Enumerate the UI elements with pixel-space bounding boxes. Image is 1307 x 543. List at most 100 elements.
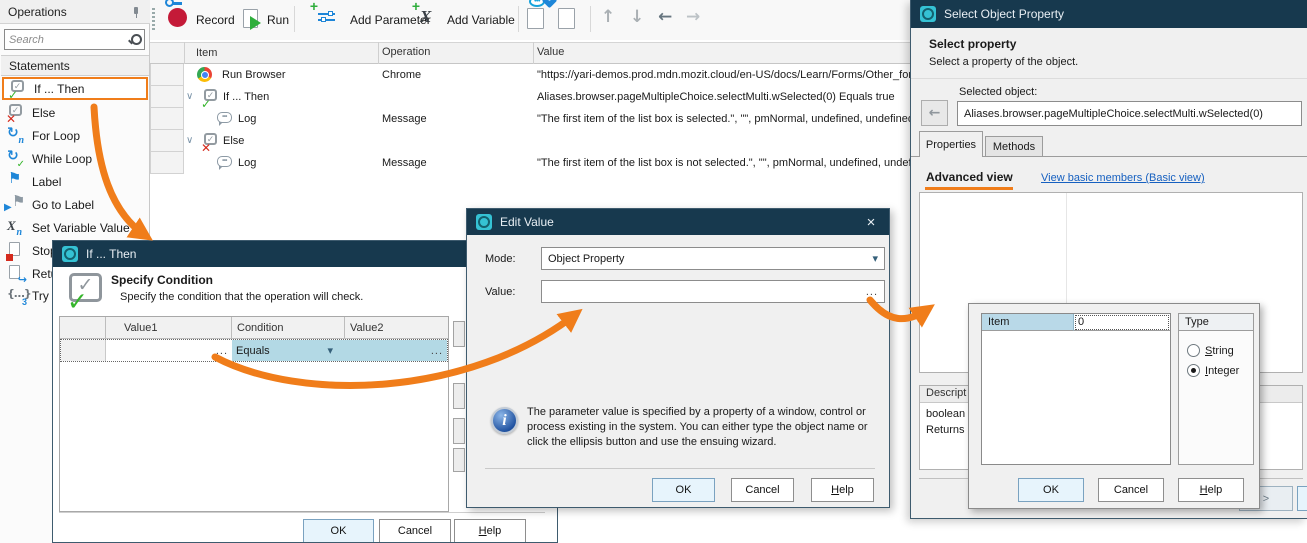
chevron-down-icon[interactable]	[872, 252, 878, 265]
button-partial[interactable]	[1297, 486, 1307, 511]
ellipsis-button[interactable]: ...	[866, 286, 878, 298]
back-button[interactable]	[921, 100, 948, 126]
search-placeholder: Search	[9, 33, 44, 46]
value-input[interactable]: ...	[541, 280, 885, 303]
tab-properties[interactable]: Properties	[919, 131, 983, 157]
condition-value: Equals	[236, 344, 270, 357]
stop-icon	[6, 242, 25, 261]
toolbar-grip[interactable]	[152, 8, 155, 32]
condition-header-value2[interactable]: Value2	[345, 317, 448, 339]
value2-cell[interactable]: ...	[345, 340, 447, 361]
try-icon	[7, 287, 25, 304]
move-down-icon[interactable]: ↓	[630, 7, 644, 27]
side-button-partial[interactable]	[453, 321, 465, 347]
side-button-partial[interactable]	[453, 448, 465, 472]
condition-grid: Value1 Condition Value2 ... Equals ...	[59, 316, 449, 512]
move-up-icon[interactable]: ↑	[601, 7, 615, 27]
side-button-partial[interactable]	[453, 418, 465, 444]
sidebar-item-for-loop[interactable]: For Loop	[2, 124, 148, 147]
column-operation[interactable]: Operation	[382, 46, 430, 58]
selected-object-input[interactable]: Aliases.browser.pageMultipleChoice.selec…	[957, 101, 1302, 126]
condition-header-value1[interactable]: Value1	[106, 317, 232, 339]
sidebar-item-label: Go to Label	[32, 197, 95, 212]
row-header-cell[interactable]	[150, 108, 184, 130]
ok-button[interactable]: OK	[1018, 478, 1084, 502]
else-icon	[7, 104, 25, 121]
indent-icon[interactable]: →	[686, 7, 700, 27]
condition-header-blank	[60, 317, 106, 339]
ok-button[interactable]: OK	[303, 519, 374, 542]
radio-icon[interactable]	[1187, 344, 1200, 357]
dialog-title: If ... Then	[86, 247, 137, 261]
sidebar-item-label: For Loop	[32, 128, 81, 143]
condition-header-condition[interactable]: Condition	[232, 317, 345, 339]
radio-string[interactable]: String	[1187, 344, 1234, 357]
dialog-divider	[911, 78, 1307, 79]
sidebar-item-go-to-label[interactable]: Go to Label	[2, 193, 148, 216]
help-button[interactable]: Help	[811, 478, 874, 502]
row-value: "The first item of the list box is selec…	[537, 113, 918, 125]
else-icon	[202, 133, 220, 150]
tab-methods[interactable]: Methods	[985, 136, 1043, 157]
row-item: Run Browser	[222, 69, 286, 81]
radio-selected-icon[interactable]	[1187, 364, 1200, 377]
run-button[interactable]: Run	[267, 13, 289, 27]
close-icon[interactable]: ×	[862, 214, 880, 231]
cancel-button[interactable]: Cancel	[379, 519, 451, 542]
log-icon	[217, 112, 232, 126]
row-header-cell[interactable]	[150, 130, 184, 152]
pin-icon[interactable]	[130, 6, 142, 18]
ok-button[interactable]: OK	[652, 478, 715, 502]
mode-dropdown[interactable]: Object Property	[541, 247, 885, 270]
add-variable-button[interactable]: Add Variable	[447, 13, 515, 27]
selected-object-value: Aliases.browser.pageMultipleChoice.selec…	[964, 107, 1263, 120]
dialog-subheading: Specify the condition that the operation…	[120, 291, 364, 303]
row-header-cell[interactable]	[150, 152, 184, 174]
operations-panel-header: Operations	[0, 0, 150, 24]
side-button-partial[interactable]	[453, 383, 465, 409]
dialog-title: Select Object Property	[944, 7, 1065, 21]
row-value: Aliases.browser.pageMultipleChoice.selec…	[537, 91, 895, 103]
chevron-down-icon[interactable]	[186, 92, 193, 102]
search-input[interactable]: Search	[4, 29, 145, 50]
sidebar-item-set-variable-value[interactable]: Set Variable Value	[2, 216, 148, 239]
sidebar-item-while-loop[interactable]: While Loop	[2, 147, 148, 170]
record-button[interactable]: Record	[196, 13, 235, 27]
help-button[interactable]: Help	[454, 519, 526, 542]
row-header-cell[interactable]	[150, 86, 184, 108]
info-text: The parameter value is specified by a pr…	[527, 406, 868, 448]
toolbar-separator	[294, 6, 295, 32]
column-divider	[184, 42, 185, 64]
sidebar-item-else[interactable]: Else	[2, 101, 148, 124]
add-parameter-button[interactable]: Add Parameter	[350, 13, 431, 27]
toolbar-separator	[518, 6, 519, 32]
radio-integer[interactable]: Integer	[1187, 364, 1239, 377]
chevron-down-icon[interactable]	[327, 344, 333, 357]
value1-cell[interactable]: ...	[106, 340, 232, 361]
item-header-cell: Item	[982, 314, 1074, 331]
sidebar-item-label: Label	[32, 174, 62, 189]
outdent-icon[interactable]: ←	[658, 7, 672, 27]
sidebar-item-if-then[interactable]: If ... Then	[2, 77, 148, 100]
help-button[interactable]: Help	[1178, 478, 1244, 502]
chrome-icon	[197, 67, 212, 82]
type-groupbox: Type String Integer	[1178, 313, 1254, 465]
sidebar-item-label[interactable]: Label	[2, 170, 148, 193]
basic-view-link[interactable]: View basic members (Basic view)	[1041, 172, 1205, 184]
button-label: Cancel	[745, 484, 780, 496]
column-value[interactable]: Value	[537, 46, 564, 58]
log-icon	[217, 156, 232, 170]
cancel-button[interactable]: Cancel	[1098, 478, 1164, 502]
statements-section-header[interactable]: Statements	[1, 55, 149, 76]
chevron-down-icon[interactable]	[186, 136, 193, 146]
cancel-button[interactable]: Cancel	[731, 478, 794, 502]
ellipsis-button[interactable]: ...	[216, 345, 228, 357]
condition-cell[interactable]: Equals	[232, 340, 345, 361]
condition-row[interactable]: ... Equals ...	[60, 339, 448, 362]
row-header-cell[interactable]	[150, 64, 184, 86]
label-icon	[7, 173, 25, 190]
column-item[interactable]: Item	[196, 47, 217, 59]
ellipsis-button[interactable]: ...	[431, 345, 443, 357]
search-icon[interactable]	[127, 33, 142, 46]
item-value-cell[interactable]: 0	[1074, 314, 1170, 331]
